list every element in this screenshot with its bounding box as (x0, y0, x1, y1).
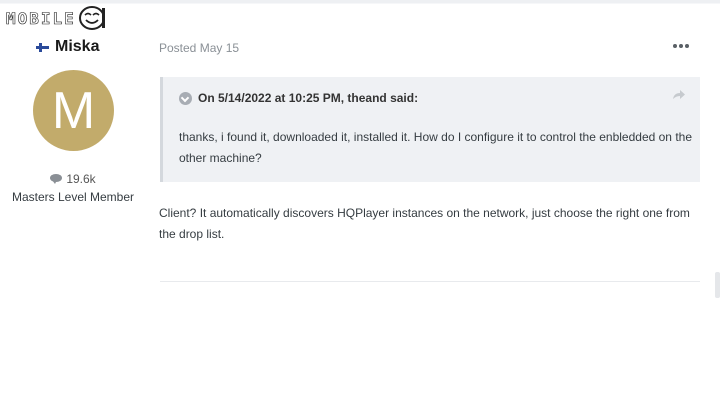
post-date[interactable]: Posted May 15 (159, 41, 239, 55)
go-to-quote-icon[interactable] (672, 89, 686, 101)
author-name[interactable]: Miska (55, 38, 99, 56)
post-menu-icon[interactable] (673, 40, 691, 52)
comment-icon (50, 174, 63, 184)
post-content: Client? It automatically discovers HQPla… (159, 206, 690, 241)
dot (673, 44, 677, 48)
site-logo[interactable]: MOBILE (6, 4, 146, 32)
post-divider (160, 281, 700, 282)
author-name-row: Miska (36, 38, 99, 56)
chevron-down-icon[interactable] (179, 91, 192, 105)
finland-flag-icon (36, 42, 49, 52)
quote-text: thanks, i found it, downloaded it, insta… (179, 130, 692, 165)
member-title: Masters Level Member (11, 190, 135, 204)
dot (679, 44, 683, 48)
avatar-letter: M (51, 81, 96, 140)
reputation-count: 19.6k (66, 172, 96, 186)
dot (685, 44, 689, 48)
avatar[interactable]: M (33, 70, 114, 151)
quote-header[interactable]: On 5/14/2022 at 10:25 PM, theand said: (179, 91, 418, 105)
quote-block: On 5/14/2022 at 10:25 PM, theand said: t… (160, 77, 700, 182)
quote-citation: On 5/14/2022 at 10:25 PM, theand said: (198, 91, 419, 105)
scrollbar-thumb[interactable] (715, 272, 720, 298)
reputation-badge: 19.6k (0, 172, 146, 186)
logo-wordmark: MOBILE (6, 8, 76, 28)
logo-emblem-icon (78, 6, 105, 30)
